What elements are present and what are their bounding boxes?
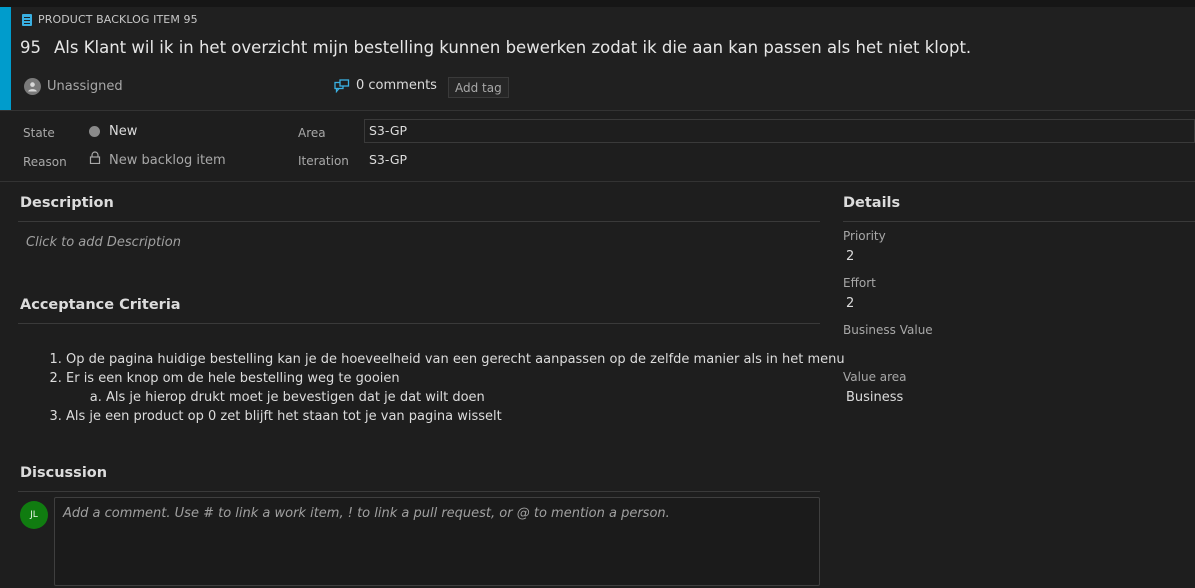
top-bar — [0, 0, 1195, 7]
details-rule — [843, 221, 1195, 222]
fields-divider — [0, 181, 1195, 182]
work-item-type-color-bar — [0, 7, 11, 110]
effort-field[interactable]: 2 — [846, 296, 854, 311]
area-label: Area — [298, 126, 326, 140]
details-heading: Details — [843, 195, 901, 211]
description-heading: Description — [20, 195, 114, 211]
acceptance-criteria-editor[interactable]: Op de pagina huidige bestelling kan je d… — [40, 350, 845, 426]
area-value: S3-GP — [369, 123, 408, 138]
business-value-label: Business Value — [843, 323, 933, 337]
work-item-id: 95 — [20, 38, 41, 57]
assignee-name: Unassigned — [47, 79, 123, 94]
unassigned-avatar-icon — [24, 78, 41, 95]
value-area-label: Value area — [843, 370, 907, 384]
comment-input[interactable]: Add a comment. Use # to link a work item… — [54, 497, 820, 586]
priority-field[interactable]: 2 — [846, 249, 854, 264]
add-tag-button[interactable]: Add tag — [448, 77, 509, 98]
work-item-title-text[interactable]: Als Klant wil ik in het overzicht mijn b… — [54, 38, 971, 57]
comments-link[interactable]: 0 comments — [334, 78, 437, 93]
backlog-item-icon — [22, 13, 32, 26]
discussion-heading: Discussion — [20, 465, 108, 481]
state-indicator-icon — [89, 126, 100, 137]
avatar: JL — [20, 501, 48, 529]
acceptance-criteria-rule — [18, 323, 820, 324]
work-item-type: PRODUCT BACKLOG ITEM 95 — [22, 13, 198, 26]
criteria-item: Als je een product op 0 zet blijft het s… — [66, 407, 845, 426]
discussion-rule — [18, 491, 820, 492]
assignee-picker[interactable]: Unassigned — [24, 78, 123, 95]
fields-panel: State New Reason New backlog item Area S… — [0, 111, 1195, 181]
comment-placeholder: Add a comment. Use # to link a work item… — [63, 506, 670, 521]
lock-icon — [89, 151, 101, 164]
criteria-item: Er is een knop om de hele bestelling weg… — [66, 369, 845, 407]
area-field[interactable]: S3-GP — [364, 119, 1195, 143]
state-value[interactable]: New — [109, 124, 137, 139]
comment-icon — [334, 78, 350, 93]
comments-count: 0 comments — [356, 78, 437, 93]
reason-value: New backlog item — [109, 153, 226, 168]
work-item-header: PRODUCT BACKLOG ITEM 95 95 Als Klant wil… — [0, 7, 1195, 110]
value-area-field[interactable]: Business — [846, 390, 903, 405]
description-rule — [18, 221, 820, 222]
work-item-meta: Unassigned 0 comments Add tag — [24, 77, 1184, 99]
criteria-subitem: Als je hierop drukt moet je bevestigen d… — [106, 388, 845, 407]
iteration-field[interactable]: S3-GP — [369, 152, 407, 167]
criteria-item-text: Er is een knop om de hele bestelling weg… — [66, 371, 400, 386]
state-label: State — [23, 126, 55, 140]
criteria-item: Op de pagina huidige bestelling kan je d… — [66, 350, 845, 369]
reason-label: Reason — [23, 155, 67, 169]
priority-label: Priority — [843, 229, 886, 243]
work-item-title[interactable]: 95 Als Klant wil ik in het overzicht mij… — [20, 38, 971, 57]
iteration-label: Iteration — [298, 154, 349, 168]
business-value-field[interactable] — [846, 343, 1046, 361]
acceptance-criteria-heading: Acceptance Criteria — [20, 297, 181, 313]
effort-label: Effort — [843, 276, 876, 290]
description-editor[interactable]: Click to add Description — [26, 235, 181, 250]
work-item-type-label: PRODUCT BACKLOG ITEM 95 — [38, 13, 198, 26]
